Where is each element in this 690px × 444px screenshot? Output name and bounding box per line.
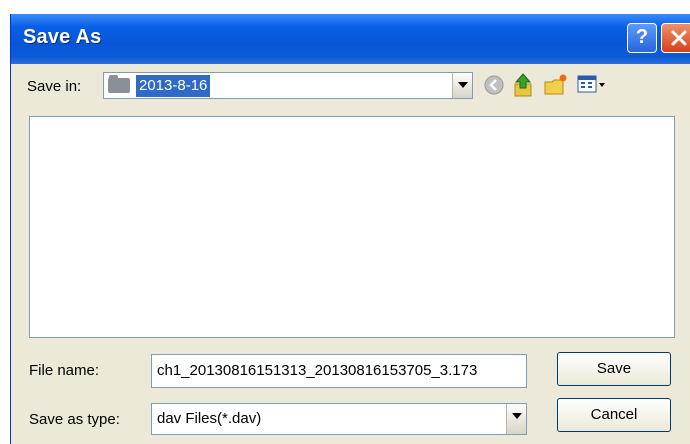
close-button[interactable] xyxy=(661,23,690,53)
save-in-dropdown[interactable]: 2013-8-16 xyxy=(103,72,473,99)
help-button[interactable]: ? xyxy=(627,23,657,53)
chevron-down-icon[interactable] xyxy=(506,404,526,434)
save-in-label: Save in: xyxy=(27,78,82,95)
save-as-type-dropdown[interactable]: dav Files(*.dav) xyxy=(151,403,527,435)
new-folder-icon[interactable] xyxy=(543,72,569,98)
save-as-type-label: Save as type: xyxy=(29,411,120,428)
file-list-area[interactable] xyxy=(29,116,675,338)
save-as-type-value: dav Files(*.dav) xyxy=(157,410,262,427)
file-name-label: File name: xyxy=(29,362,100,379)
title-bar[interactable]: Save As ? xyxy=(11,14,690,64)
views-menu-icon[interactable] xyxy=(577,74,607,96)
file-name-input[interactable]: 3.173_ch1_20130816151313_20130816153705 xyxy=(151,354,527,388)
cancel-button[interactable]: Cancel xyxy=(557,398,671,432)
chevron-down-icon[interactable] xyxy=(452,73,472,98)
close-icon xyxy=(671,30,687,46)
folder-icon xyxy=(108,75,130,93)
up-folder-icon[interactable] xyxy=(511,72,535,98)
save-button[interactable]: Save xyxy=(557,352,671,386)
save-as-dialog: Save As ? Save in: 2013-8-16 File name: … xyxy=(10,14,690,444)
dialog-title: Save As xyxy=(23,26,102,48)
back-icon[interactable] xyxy=(483,74,505,96)
current-folder: 2013-8-16 xyxy=(136,75,211,97)
